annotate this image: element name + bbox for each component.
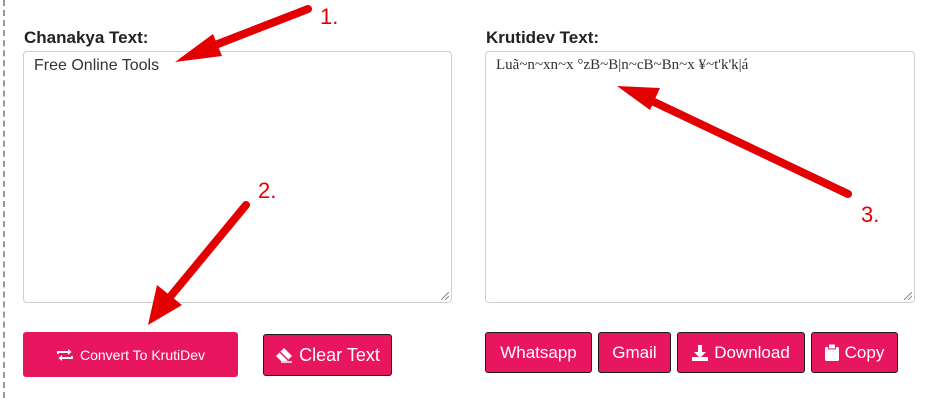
annotation-number-1: 1. bbox=[320, 4, 339, 29]
arrow-3-icon bbox=[617, 86, 852, 198]
annotation-number-3: 3. bbox=[861, 202, 880, 227]
annotation-arrows bbox=[148, 5, 852, 325]
arrow-1-icon bbox=[175, 5, 312, 62]
annotation-number-2: 2. bbox=[258, 178, 277, 203]
arrow-2-icon bbox=[148, 201, 250, 325]
